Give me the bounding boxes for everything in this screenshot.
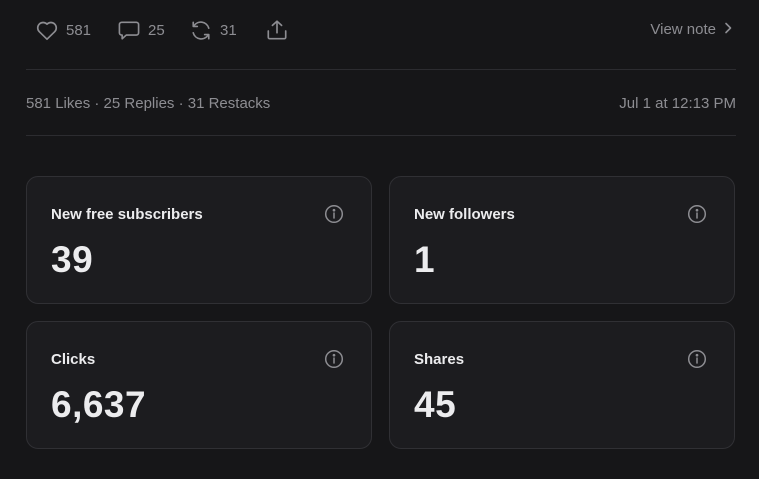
divider (26, 69, 736, 70)
view-note-label: View note (650, 21, 716, 38)
stat-value: 39 (51, 239, 94, 280)
comment-icon (118, 20, 140, 41)
share-button[interactable] (266, 19, 288, 41)
info-icon[interactable] (324, 349, 344, 374)
view-note-link[interactable]: View note (650, 21, 732, 38)
stat-label: New followers (414, 206, 515, 223)
like-count: 581 (66, 22, 92, 39)
restack-icon (190, 20, 212, 41)
like-button[interactable]: 581 (36, 20, 91, 41)
info-icon[interactable] (687, 204, 707, 229)
restack-button[interactable]: 31 (190, 20, 237, 41)
restack-count: 31 (220, 22, 237, 39)
stat-value: 1 (414, 239, 436, 280)
stat-value: 6,637 (51, 384, 147, 425)
stat-value: 45 (414, 384, 457, 425)
reply-count: 25 (148, 22, 165, 39)
chevron-right-icon (724, 21, 732, 38)
stat-card-shares: Shares 45 (389, 321, 735, 449)
share-icon (266, 19, 288, 41)
engagement-summary: 581 Likes · 25 Replies · 31 Restacks (26, 95, 271, 112)
stat-card-clicks: Clicks 6,637 (26, 321, 372, 449)
info-icon[interactable] (324, 204, 344, 229)
stat-label: New free subscribers (51, 206, 203, 223)
divider (26, 135, 736, 136)
heart-icon (36, 20, 58, 41)
stat-label: Shares (414, 351, 465, 368)
stat-label: Clicks (51, 351, 96, 368)
reply-button[interactable]: 25 (118, 20, 165, 41)
stat-card-new-followers: New followers 1 (389, 176, 735, 304)
action-bar: 581 25 31 View note (26, 0, 736, 62)
stat-card-new-free-subscribers: New free subscribers 39 (26, 176, 372, 304)
post-date: Jul 1 at 12:13 PM (619, 95, 736, 112)
info-icon[interactable] (687, 349, 707, 374)
